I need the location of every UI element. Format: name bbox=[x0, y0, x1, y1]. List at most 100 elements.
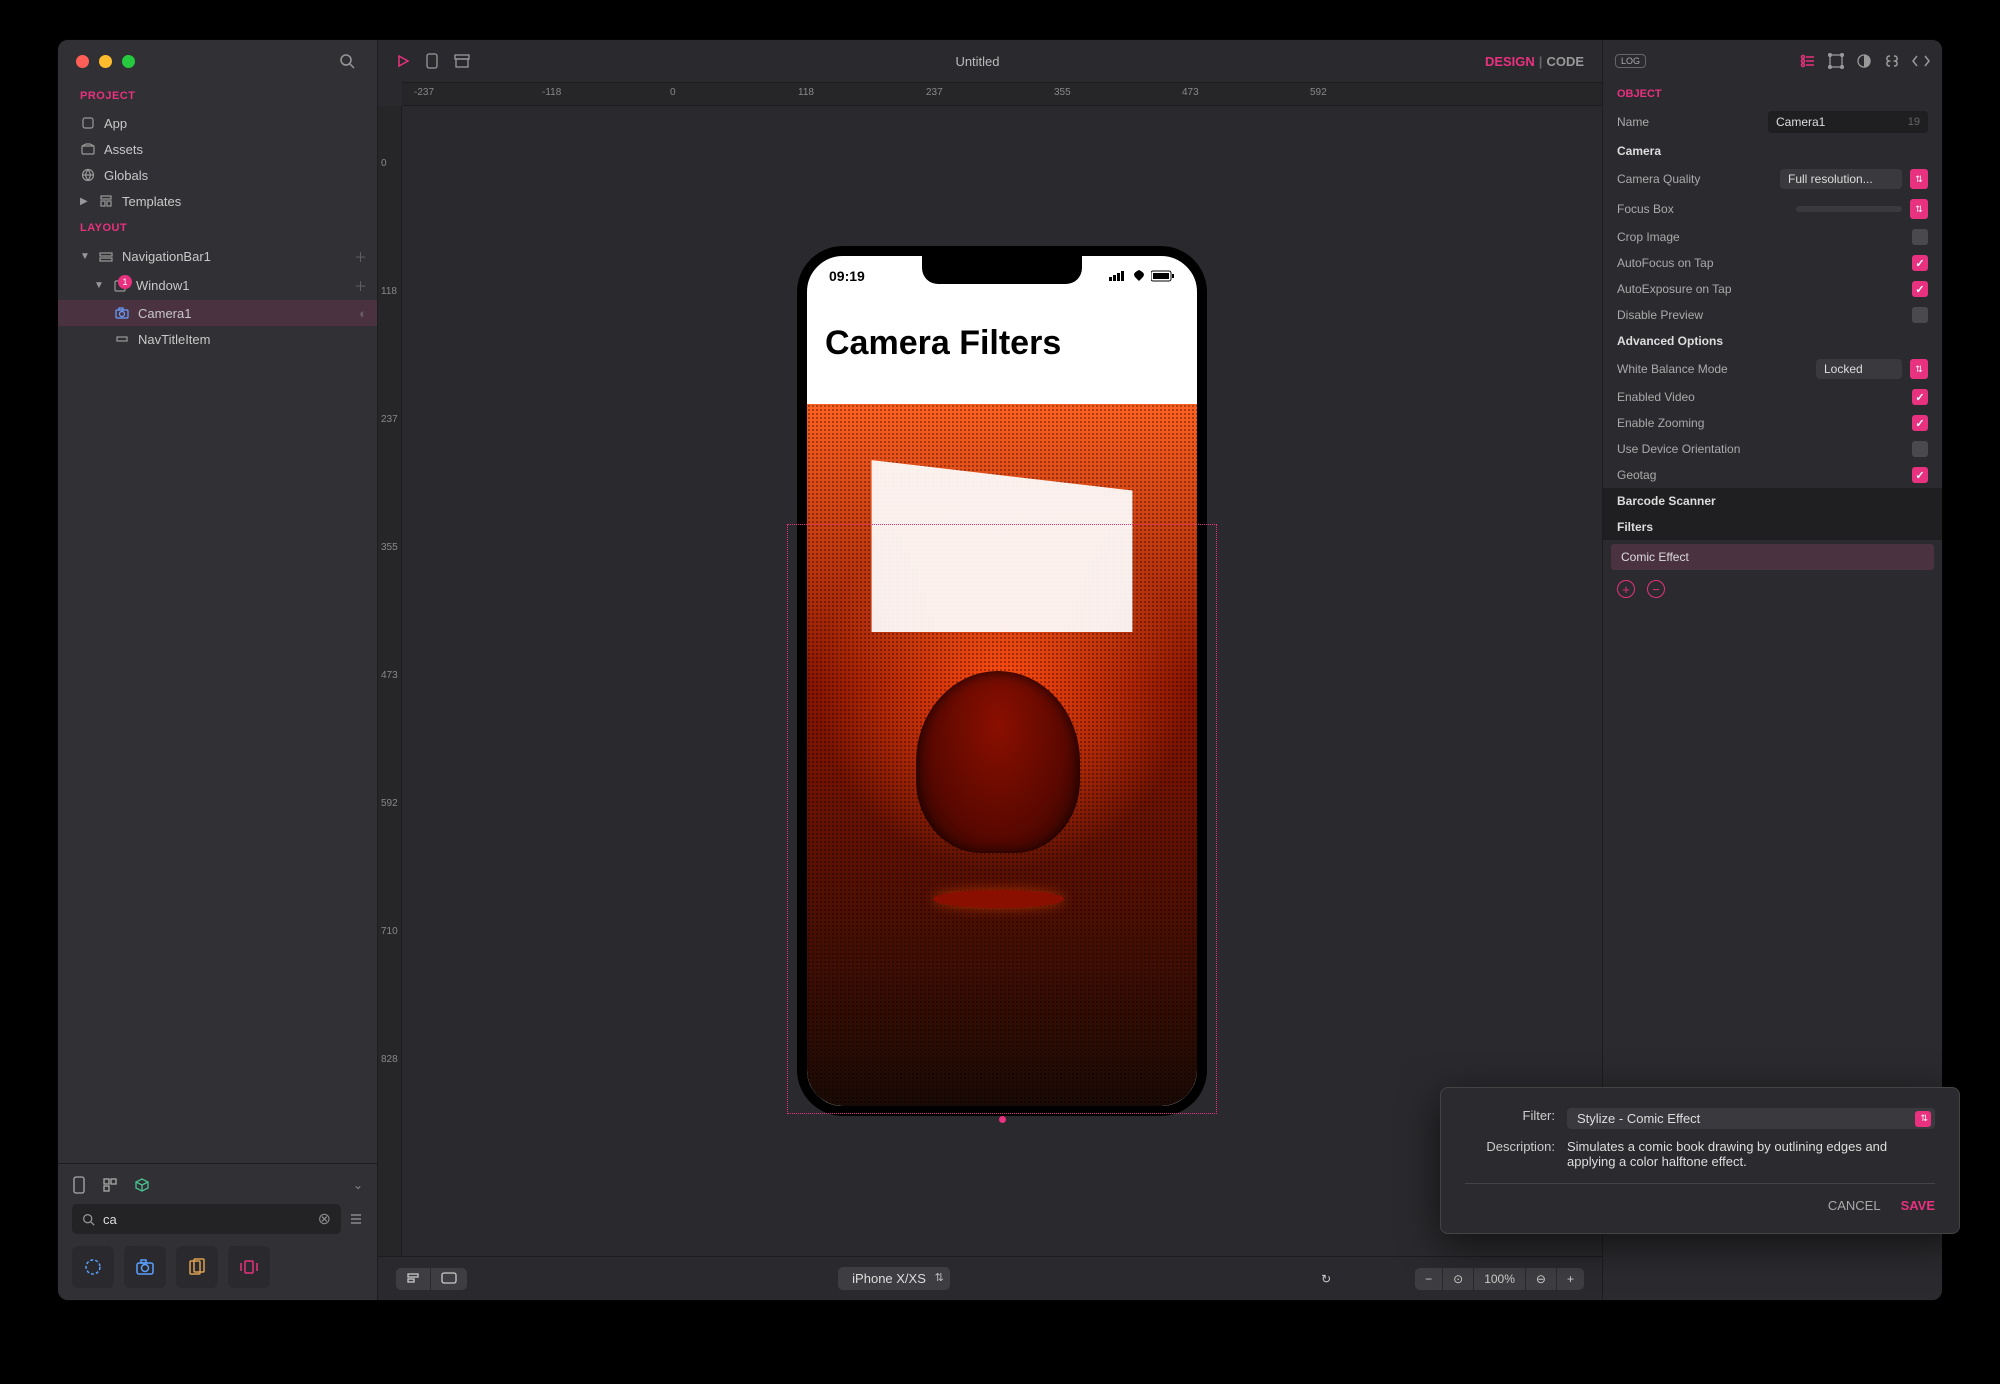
object-results bbox=[72, 1246, 363, 1288]
whitebalance-select[interactable]: Locked bbox=[1816, 359, 1902, 379]
filters-section[interactable]: Filters bbox=[1603, 514, 1942, 540]
assets-icon bbox=[80, 141, 96, 157]
code-mode-button[interactable]: CODE bbox=[1546, 54, 1584, 69]
object-tile-carousel[interactable] bbox=[228, 1246, 270, 1288]
vertical-ruler: 0 118 237 355 473 592 710 828 bbox=[378, 106, 402, 1256]
layout-item-camera[interactable]: Camera1 ◐ bbox=[58, 300, 377, 326]
project-item-globals[interactable]: Globals bbox=[58, 162, 377, 188]
list-view-icon[interactable] bbox=[349, 1212, 363, 1226]
object-search-input[interactable] bbox=[103, 1212, 310, 1227]
components-icon[interactable] bbox=[102, 1177, 118, 1193]
archive-icon[interactable] bbox=[454, 54, 470, 68]
popover-filter-label: Filter: bbox=[1465, 1108, 1555, 1129]
device-orientation-button[interactable] bbox=[431, 1268, 467, 1290]
device-frame: 09:19 Camera Filters bbox=[797, 246, 1207, 1116]
project-item-app[interactable]: App bbox=[58, 110, 377, 136]
filter-list-item[interactable]: Comic Effect bbox=[1611, 544, 1934, 570]
enabledvideo-label: Enabled Video bbox=[1617, 390, 1902, 404]
actions-tab-icon[interactable] bbox=[1884, 53, 1900, 69]
geometry-tab-icon[interactable] bbox=[1828, 53, 1844, 69]
device-model-select[interactable]: iPhone X/XS bbox=[838, 1267, 950, 1290]
select-chevron-icon[interactable]: ⇅ bbox=[1910, 359, 1928, 379]
project-item-assets[interactable]: Assets bbox=[58, 136, 377, 162]
object-search[interactable]: ⊗ bbox=[72, 1204, 341, 1234]
inspector-toolbar: LOG bbox=[1603, 40, 1942, 82]
collapse-icon[interactable]: ⌄ bbox=[353, 1178, 363, 1192]
save-button[interactable]: SAVE bbox=[1901, 1198, 1935, 1213]
app-window: PROJECT App Assets Globals ▶ Templates L… bbox=[58, 40, 1942, 1300]
enablezoom-checkbox[interactable] bbox=[1912, 415, 1928, 431]
quality-select[interactable]: Full resolution... bbox=[1780, 169, 1902, 189]
layout-item-window[interactable]: ▼ Window1 1 ＋ bbox=[58, 271, 377, 300]
log-badge[interactable]: LOG bbox=[1615, 54, 1646, 68]
zoom-out-button[interactable]: − bbox=[1415, 1268, 1443, 1290]
zoom-actual-button[interactable]: ⊖ bbox=[1526, 1268, 1557, 1290]
advanced-section: Advanced Options bbox=[1603, 328, 1942, 354]
clear-search-button[interactable]: ⊗ bbox=[318, 1209, 331, 1229]
appearance-tab-icon[interactable] bbox=[1856, 53, 1872, 69]
device-icon[interactable] bbox=[426, 53, 438, 69]
cube-icon[interactable] bbox=[134, 1177, 150, 1193]
popover-filter-select[interactable]: Stylize - Comic Effect ⇅ bbox=[1567, 1108, 1935, 1129]
code-tab-icon[interactable] bbox=[1912, 55, 1930, 67]
cropimage-checkbox[interactable] bbox=[1912, 229, 1928, 245]
design-canvas[interactable]: 09:19 Camera Filters bbox=[402, 106, 1602, 1256]
chevron-down-icon[interactable]: ▼ bbox=[94, 280, 104, 291]
play-button[interactable] bbox=[396, 54, 410, 68]
rotate-device-button[interactable]: ↻ bbox=[1321, 1272, 1331, 1286]
add-filter-button[interactable]: + bbox=[1617, 580, 1635, 598]
select-chevron-icon[interactable]: ⇅ bbox=[1910, 169, 1928, 189]
focusbox-select[interactable] bbox=[1796, 206, 1902, 212]
object-heading: OBJECT bbox=[1603, 82, 1942, 106]
zoom-in-button[interactable]: + bbox=[1557, 1268, 1584, 1290]
close-window-button[interactable] bbox=[76, 55, 89, 68]
object-tile-camera[interactable] bbox=[124, 1246, 166, 1288]
design-mode-button[interactable]: DESIGN bbox=[1485, 54, 1535, 69]
zoom-controls: − ⊙ 100% ⊖ + bbox=[1415, 1268, 1584, 1290]
object-tile-cards[interactable] bbox=[176, 1246, 218, 1288]
align-tool-button[interactable] bbox=[396, 1268, 431, 1290]
item-options-button[interactable]: ◐ bbox=[359, 306, 367, 321]
layout-item-navtitle[interactable]: NavTitleItem bbox=[58, 326, 377, 352]
autoexposure-checkbox[interactable] bbox=[1912, 281, 1928, 297]
chevron-down-icon[interactable]: ▼ bbox=[80, 251, 90, 262]
select-chevron-icon[interactable]: ⇅ bbox=[1910, 199, 1928, 219]
disablepreview-checkbox[interactable] bbox=[1912, 307, 1928, 323]
popover-description: Simulates a comic book drawing by outlin… bbox=[1567, 1139, 1935, 1169]
geotag-checkbox[interactable] bbox=[1912, 467, 1928, 483]
barcode-section[interactable]: Barcode Scanner bbox=[1603, 488, 1942, 514]
zoom-level[interactable]: 100% bbox=[1474, 1268, 1526, 1290]
layout-item-label: NavigationBar1 bbox=[122, 249, 211, 264]
add-child-button[interactable]: ＋ bbox=[354, 276, 367, 295]
project-item-label: Templates bbox=[122, 194, 181, 209]
search-icon[interactable] bbox=[339, 53, 355, 69]
project-item-templates[interactable]: ▶ Templates bbox=[58, 188, 377, 214]
object-name-input[interactable] bbox=[1768, 111, 1928, 133]
layout-item-label: Camera1 bbox=[138, 306, 191, 321]
titleitem-icon bbox=[114, 331, 130, 347]
name-char-count: 19 bbox=[1908, 116, 1920, 128]
selection-handle-bottom[interactable] bbox=[999, 1116, 1006, 1123]
deviceorientation-label: Use Device Orientation bbox=[1617, 442, 1902, 456]
device-notch bbox=[922, 256, 1082, 284]
name-label: Name bbox=[1617, 115, 1758, 129]
layout-item-navbar[interactable]: ▼ NavigationBar1 ＋ bbox=[58, 242, 377, 271]
object-tile-activity[interactable] bbox=[72, 1246, 114, 1288]
properties-tab-icon[interactable] bbox=[1800, 53, 1816, 69]
zoom-fit-button[interactable]: ⊙ bbox=[1443, 1268, 1474, 1290]
navbar-icon bbox=[98, 249, 114, 265]
device-preview-icon[interactable] bbox=[72, 1176, 86, 1194]
remove-filter-button[interactable]: − bbox=[1647, 580, 1665, 598]
add-child-button[interactable]: ＋ bbox=[354, 247, 367, 266]
enabledvideo-checkbox[interactable] bbox=[1912, 389, 1928, 405]
horizontal-ruler: -237 -118 0 118 237 355 473 592 bbox=[402, 82, 1602, 106]
autofocus-checkbox[interactable] bbox=[1912, 255, 1928, 271]
whitebalance-label: White Balance Mode bbox=[1617, 362, 1806, 376]
templates-icon bbox=[98, 193, 114, 209]
minimize-window-button[interactable] bbox=[99, 55, 112, 68]
chevron-right-icon[interactable]: ▶ bbox=[80, 196, 90, 207]
cancel-button[interactable]: CANCEL bbox=[1828, 1198, 1881, 1213]
cropimage-label: Crop Image bbox=[1617, 230, 1902, 244]
deviceorientation-checkbox[interactable] bbox=[1912, 441, 1928, 457]
fullscreen-window-button[interactable] bbox=[122, 55, 135, 68]
